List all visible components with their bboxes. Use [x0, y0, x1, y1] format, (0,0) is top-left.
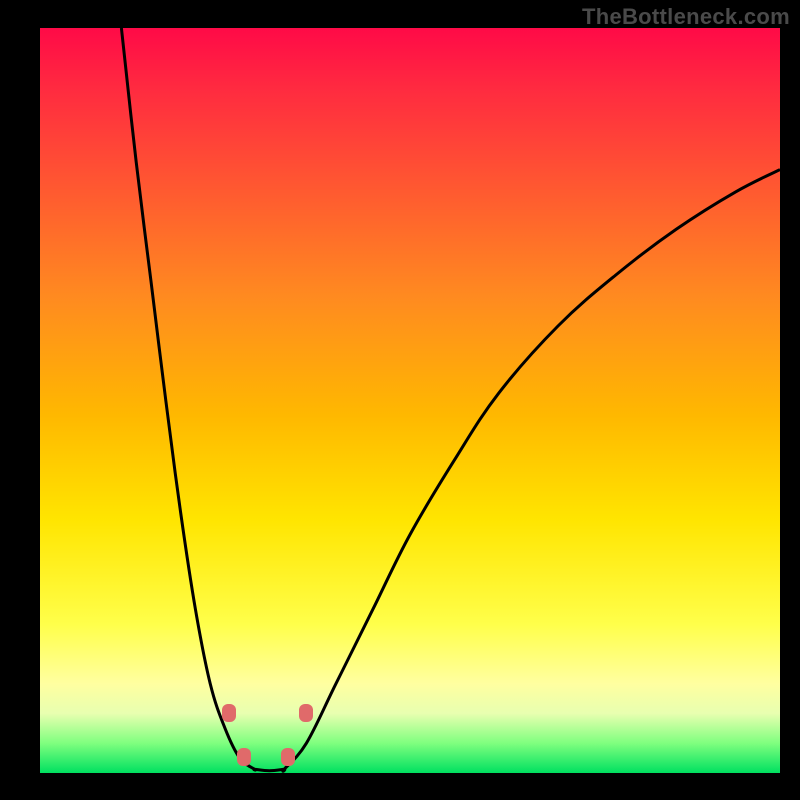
chart-container: TheBottleneck.com	[0, 0, 800, 800]
curve-svg	[40, 28, 780, 773]
data-marker	[237, 748, 251, 766]
bottleneck-curve	[121, 28, 780, 771]
plot-area	[40, 28, 780, 773]
watermark-text: TheBottleneck.com	[582, 4, 790, 30]
data-marker	[281, 748, 295, 766]
data-marker	[299, 704, 313, 722]
data-marker	[222, 704, 236, 722]
